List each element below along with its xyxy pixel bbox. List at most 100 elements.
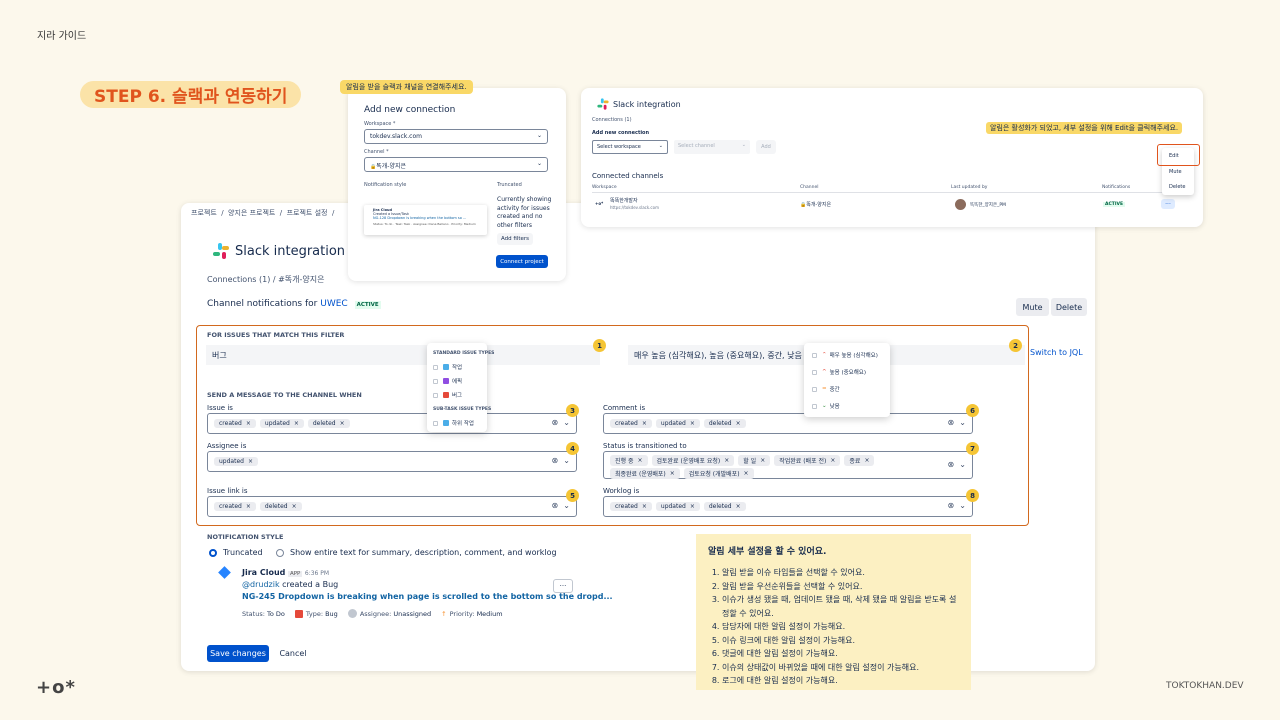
comment-field[interactable]: created × updated × deleted × ⊗ ⌄ bbox=[603, 413, 973, 434]
dropdown-option-bug[interactable]: 버그 bbox=[433, 391, 462, 399]
chip: updated × bbox=[259, 419, 304, 428]
slack-integration-card: Slack integration Connections (1) Add ne… bbox=[581, 88, 1203, 227]
add-button[interactable]: Add bbox=[756, 140, 776, 154]
preview-issue-link[interactable]: NG-245 Dropdown is breaking when page is… bbox=[242, 592, 613, 601]
summary-item: 알림 받을 이슈 타입들을 선택할 수 있어요. bbox=[722, 566, 961, 580]
summary-item: 담당자에 대한 알림 설정이 가능해요. bbox=[722, 620, 961, 634]
clear-chevron-icon[interactable]: ⊗ ⌄ bbox=[552, 418, 571, 427]
add-filters-button[interactable]: Add filters bbox=[497, 233, 533, 245]
jira-logo-icon bbox=[217, 566, 231, 581]
chevron-down-icon: ⌄ bbox=[536, 132, 542, 139]
rc-connections: Connections (1) bbox=[592, 117, 632, 123]
issue-type-value: 버그 bbox=[212, 351, 227, 360]
row-channel: 🔒똑개-양지은 bbox=[800, 202, 832, 208]
chip: 작업완료 (배포 전) × bbox=[774, 455, 841, 466]
footer-brand: TOKTOKHAN.DEV bbox=[1166, 681, 1244, 691]
clear-chevron-icon[interactable]: ⊗ ⌄ bbox=[552, 456, 571, 465]
col-workspace: Workspace bbox=[592, 185, 617, 190]
clear-chevron-icon[interactable]: ⊗ ⌄ bbox=[552, 501, 571, 510]
breadcrumb-settings[interactable]: 프로젝트 설정 bbox=[287, 209, 328, 217]
chip: updated × bbox=[655, 419, 700, 428]
radio-truncated[interactable]: Truncated bbox=[209, 548, 263, 557]
chip: deleted × bbox=[307, 419, 350, 428]
avatar-icon bbox=[347, 609, 357, 618]
assignee-label: Assignee is bbox=[207, 442, 247, 450]
rc-header: Slack integration bbox=[595, 96, 681, 112]
breadcrumb-project[interactable]: 양지은 프로젝트 bbox=[228, 209, 275, 217]
radio-full-text[interactable]: Show entire text for summary, descriptio… bbox=[276, 548, 557, 557]
dropdown-option-medium[interactable]: = 중간 bbox=[812, 385, 840, 393]
select-workspace[interactable]: Select workspace ⌄ bbox=[592, 140, 668, 154]
select-channel[interactable]: Select channel ⌄ bbox=[674, 140, 750, 154]
connections-crumb[interactable]: Connections (1) / #똑개-양지은 bbox=[207, 274, 324, 285]
workspace-select[interactable]: tokdev.slack.com ⌄ bbox=[364, 129, 548, 144]
issue-is-field[interactable]: created × updated × deleted × ⊗ ⌄ bbox=[207, 413, 577, 434]
more-icon[interactable]: ··· bbox=[1161, 199, 1175, 209]
slack-logo-icon bbox=[597, 98, 609, 110]
summary-item: 알림 받을 우선순위들을 선택할 수 있어요. bbox=[722, 580, 961, 594]
switch-jql-link[interactable]: Switch to JQL bbox=[1030, 348, 1083, 357]
chip: deleted × bbox=[703, 419, 746, 428]
brand-logo: +o* bbox=[36, 677, 76, 698]
chip: 종료 × bbox=[844, 455, 875, 466]
summary-item: 이슈의 상태값이 바뀌었을 때에 대한 알림 설정이 가능해요. bbox=[722, 661, 961, 675]
more-icon[interactable]: ··· bbox=[553, 579, 573, 593]
clear-chevron-icon[interactable]: ⊗ ⌄ bbox=[948, 501, 967, 510]
radio-empty-icon bbox=[276, 548, 284, 557]
chip: updated × bbox=[214, 457, 258, 466]
marker-2: 2 bbox=[1009, 339, 1022, 352]
cancel-button[interactable]: Cancel bbox=[273, 645, 313, 662]
save-changes-button[interactable]: Save changes bbox=[207, 645, 269, 662]
status-label: Status is transitioned to bbox=[603, 442, 687, 450]
issue-link-field[interactable]: created × deleted × ⊗ ⌄ bbox=[207, 496, 577, 517]
ws-name: 똑똑한개발자 bbox=[610, 198, 638, 204]
assignee-field[interactable]: updated × ⊗ ⌄ bbox=[207, 451, 577, 472]
issue-is-label: Issue is bbox=[207, 404, 233, 412]
dropdown-option-task[interactable]: 작업 bbox=[433, 363, 462, 371]
chip: 진행 중 × bbox=[610, 455, 648, 466]
updated-by: 똑똑한_양지은_PM bbox=[970, 203, 1006, 208]
dropdown-option-highest[interactable]: ⌃ 매우 높음 (심각해요) bbox=[812, 351, 878, 359]
priority-arrow-icon: ↑ bbox=[441, 609, 447, 618]
marker-8: 8 bbox=[966, 489, 979, 502]
channel-select[interactable]: 🔒똑개-양지은 ⌄ bbox=[364, 157, 548, 172]
ws-label: Workspace * bbox=[364, 121, 396, 127]
issue-type-filter[interactable]: 버그 bbox=[206, 345, 600, 365]
filter-heading: FOR ISSUES THAT MATCH THIS FILTER bbox=[207, 331, 345, 339]
status-field[interactable]: 진행 중 × 검토완료 (운영배포 요청) × 할 일 × 작업완료 (배포 전) × … bbox=[603, 451, 973, 479]
dropdown-header: STANDARD ISSUE TYPES bbox=[433, 351, 495, 356]
menu-delete[interactable]: Delete bbox=[1169, 184, 1185, 190]
dropdown-option-high[interactable]: ^ 높음 (중요해요) bbox=[812, 368, 866, 376]
worklog-field[interactable]: created × updated × deleted × ⊗ ⌄ bbox=[603, 496, 973, 517]
breadcrumb-projects[interactable]: 프로젝트 bbox=[191, 209, 217, 217]
preview-meta: Status: To Do Type: Bug Assignee: Unassi… bbox=[242, 609, 503, 618]
menu-mute[interactable]: Mute bbox=[1169, 169, 1182, 175]
dropdown-option-subtask[interactable]: 하위 작업 bbox=[433, 419, 474, 427]
clear-chevron-icon[interactable]: ⊗ ⌄ bbox=[948, 418, 967, 427]
priority-dropdown: ⌃ 매우 높음 (심각해요) ^ 높음 (중요해요) = 중간 ⌄ 낮음 bbox=[804, 343, 890, 417]
chip: updated × bbox=[655, 502, 700, 511]
col-notifications: Notifications bbox=[1102, 185, 1131, 190]
marker-4: 4 bbox=[566, 442, 579, 455]
rc-add-new: Add new connection bbox=[592, 130, 650, 136]
rc-title: Slack integration bbox=[613, 99, 681, 109]
chip: 할 일 × bbox=[738, 455, 771, 466]
summary-item: 로그에 대한 알림 설정이 가능해요. bbox=[722, 674, 961, 688]
dropdown-option-low[interactable]: ⌄ 낮음 bbox=[812, 402, 840, 410]
channel-notif-title: Channel notifications for UWEC ACTIVE bbox=[207, 299, 381, 309]
page-header: Slack integration bbox=[213, 243, 345, 259]
breadcrumb: 프로젝트 / 양지은 프로젝트 / 프로젝트 설정 / bbox=[191, 209, 335, 217]
summary-item: 이슈 링크에 대한 알림 설정이 가능해요. bbox=[722, 634, 961, 648]
issue-type-dropdown: STANDARD ISSUE TYPES 작업 에픽 버그 SUB-TASK I… bbox=[427, 343, 494, 432]
connect-project-button[interactable]: Connect project bbox=[496, 255, 548, 268]
chip: created × bbox=[610, 419, 652, 428]
guide-title: 지라 가이드 bbox=[37, 31, 87, 42]
rc-status-badge: ACTIVE bbox=[1103, 202, 1126, 207]
clear-chevron-icon[interactable]: ⊗ ⌄ bbox=[948, 460, 967, 469]
marker-7: 7 bbox=[966, 442, 979, 455]
channel-name-link[interactable]: UWEC bbox=[320, 299, 347, 309]
delete-button[interactable]: Delete bbox=[1051, 298, 1087, 316]
mute-button[interactable]: Mute bbox=[1016, 298, 1049, 316]
dropdown-option-epic[interactable]: 에픽 bbox=[433, 377, 462, 385]
ws-url: https://tokdev.slack.com bbox=[610, 205, 659, 210]
